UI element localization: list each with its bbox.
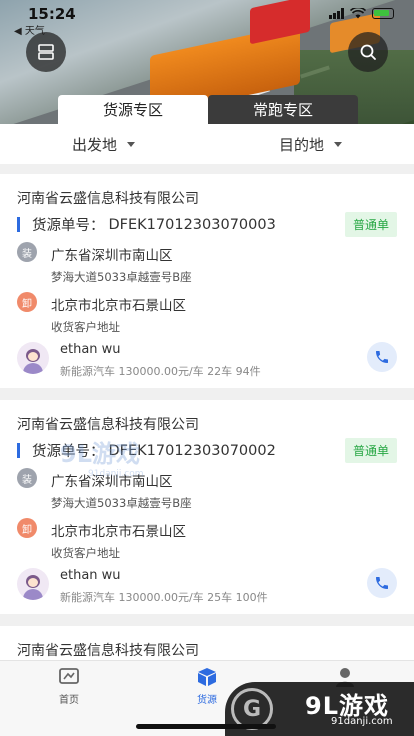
unload-city: 北京市北京市石景山区	[51, 298, 186, 314]
nav-home-label: 首页	[59, 695, 79, 706]
search-icon	[360, 44, 376, 60]
unload-address: 收货客户地址	[51, 320, 120, 334]
load-address: 梦海大道5033卓越壹号B座	[51, 496, 192, 510]
order-label: 货源单号：	[32, 218, 105, 234]
order-number-row: 货源单号： DFEK17012303070003	[17, 214, 276, 235]
order-type-badge: 普通单	[344, 438, 397, 463]
filter-bar: 出发地 目的地	[0, 124, 414, 164]
company-name: 河南省云盛信息科技有限公司	[17, 643, 199, 659]
destination-filter-label: 目的地	[278, 135, 324, 154]
order-number: DFEK17012303070003	[108, 216, 276, 233]
watermark-logo: 9L游戏 91danji.com	[60, 440, 143, 479]
avatar	[17, 568, 49, 600]
unload-address: 收货客户地址	[51, 546, 120, 560]
origin-filter-label: 出发地	[71, 135, 117, 154]
signal-icon	[329, 8, 344, 19]
phone-icon	[376, 351, 388, 363]
order-type-badge: 普通单	[344, 212, 397, 237]
load-tag: 装	[17, 242, 37, 262]
accent-bar	[17, 217, 20, 232]
load-tag: 装	[17, 468, 37, 488]
menu-button[interactable]	[26, 32, 66, 72]
call-button[interactable]	[367, 568, 397, 598]
cargo-card[interactable]: 河南省云盛信息科技有限公司 货源单号： DFEK17012303070002 普…	[0, 400, 414, 614]
wifi-icon	[350, 8, 366, 19]
contact-name: ethan wu	[60, 342, 121, 357]
unload-tag: 卸	[17, 518, 37, 538]
tab-regular-routes[interactable]: 常跑专区	[208, 95, 358, 124]
watermark-brand-text: 9L游戏	[60, 440, 140, 468]
watermark-url-text: 91danji.com	[88, 469, 143, 479]
unload-city: 北京市北京市石景山区	[51, 524, 186, 540]
company-name: 河南省云盛信息科技有限公司	[17, 417, 199, 433]
origin-filter[interactable]: 出发地	[0, 124, 207, 164]
watermark-url: 91danji.com	[331, 716, 393, 727]
destination-filter[interactable]: 目的地	[207, 124, 414, 164]
home-icon	[59, 668, 79, 684]
nav-home[interactable]: 首页	[39, 667, 99, 706]
phone-icon	[376, 577, 388, 589]
status-time: 15:24	[28, 5, 76, 23]
search-button[interactable]	[348, 32, 388, 72]
cargo-card[interactable]: 河南省云盛信息科技有限公司 货源单号： DFEK17012303070003 普…	[0, 174, 414, 388]
nav-cargo-label: 货源	[197, 695, 217, 706]
status-icons	[329, 8, 394, 19]
cargo-meta: 新能源汽车 130000.00元/车 25车 100件	[60, 591, 268, 604]
company-name: 河南省云盛信息科技有限公司	[17, 191, 199, 207]
contact-name: ethan wu	[60, 568, 121, 583]
home-indicator	[136, 724, 276, 729]
avatar	[17, 342, 49, 374]
load-address: 梦海大道5033卓越壹号B座	[51, 270, 192, 284]
tab-cargo-zone[interactable]: 货源专区	[58, 95, 208, 124]
accent-bar	[17, 443, 20, 458]
call-button[interactable]	[367, 342, 397, 372]
cargo-meta: 新能源汽车 130000.00元/车 22车 94件	[60, 365, 261, 378]
caret-down-icon	[334, 141, 342, 147]
menu-icon	[38, 44, 54, 60]
unload-tag: 卸	[17, 292, 37, 312]
box-icon	[198, 668, 216, 686]
load-city: 广东省深圳市南山区	[51, 248, 173, 264]
battery-icon	[372, 8, 394, 19]
zone-tabs: 货源专区 常跑专区	[58, 95, 358, 124]
status-bar: 15:24 ◀ 天气	[0, 0, 414, 37]
caret-down-icon	[127, 141, 135, 147]
